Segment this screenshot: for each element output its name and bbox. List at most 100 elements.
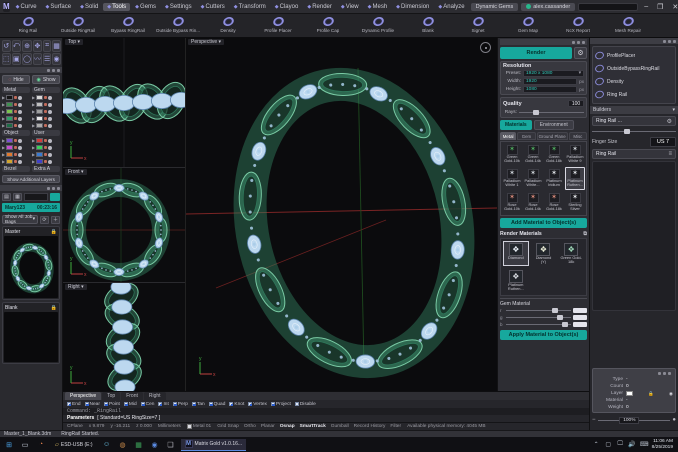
palette-tool-icon-4[interactable]: ⌗: [43, 40, 51, 52]
layer-color-swatch[interactable]: [36, 145, 43, 150]
visibility-eye-icon[interactable]: [48, 153, 52, 157]
ringrail-section-header[interactable]: Ring Rail ...⚙: [592, 116, 676, 126]
metal-material-rose-gold-10k[interactable]: ✶Rose Gold-10k: [502, 191, 522, 214]
hide-button[interactable]: ◌Hide: [2, 75, 30, 84]
menu-item-gems[interactable]: ◆Gems: [131, 3, 160, 11]
layer-color-swatch[interactable]: [36, 123, 43, 128]
palette-tool-icon-6[interactable]: ⬚: [2, 53, 11, 65]
toolbar-item-outside-bypass-rin-[interactable]: Outside Bypass Rin...: [154, 16, 202, 33]
menu-item-settings[interactable]: ◆Settings: [161, 3, 196, 11]
osnap-checkbox[interactable]: [295, 402, 299, 406]
status-toggle-grid-snap[interactable]: Grid Snap: [217, 424, 239, 429]
task-view-icon[interactable]: ▭: [19, 439, 31, 450]
lock-icon[interactable]: [14, 146, 17, 149]
units-label[interactable]: Millimeters: [158, 424, 181, 429]
metal-material-palladium-white-1[interactable]: ✶Palladium White 1: [502, 167, 522, 190]
toolbar-item-signet[interactable]: Signet: [454, 16, 502, 33]
osnap-point[interactable]: Point: [104, 402, 120, 407]
lock-icon[interactable]: 🔒: [51, 229, 57, 235]
command-line[interactable]: Command: _RingRail: [63, 408, 589, 415]
layer-color-swatch[interactable]: [6, 152, 13, 157]
jobbag-search-input[interactable]: [24, 193, 48, 201]
metal-material-palladium-white-9[interactable]: ✶Palladium White 9: [565, 143, 585, 166]
jobbag-item-master[interactable]: Master🔒: [2, 226, 60, 300]
minimize-button[interactable]: –: [641, 3, 651, 10]
lock-icon[interactable]: [14, 153, 17, 156]
apply-material-button[interactable]: Apply Material to Object(s): [500, 330, 587, 340]
osnap-checkbox[interactable]: [124, 402, 128, 406]
metal-material-rose-gold-14k[interactable]: ✶Rose Gold-14k: [523, 191, 543, 214]
render-material-green-gold-18k[interactable]: ❖Green Gold-18k: [558, 241, 584, 266]
height-input[interactable]: 1080: [523, 86, 577, 93]
expand-arrow-icon[interactable]: ▶: [2, 116, 5, 121]
menu-item-dimension[interactable]: ◆Dimension: [392, 3, 433, 11]
render-settings-gear-icon[interactable]: ⚙: [574, 47, 587, 59]
layer-row[interactable]: ▶: [32, 122, 60, 129]
navigation-sphere-icon[interactable]: [480, 42, 491, 53]
visibility-eye-icon[interactable]: [18, 153, 22, 157]
close-button[interactable]: ✕: [669, 3, 678, 11]
expand-arrow-icon[interactable]: ▶: [32, 152, 35, 157]
history-item-profileplacer[interactable]: ProfilePlacer: [595, 49, 673, 62]
expand-arrow-icon[interactable]: ▶: [2, 159, 5, 164]
layer-color-swatch[interactable]: [36, 95, 43, 100]
visibility-eye-icon[interactable]: [48, 139, 52, 143]
tray-volume-icon[interactable]: 🔊: [628, 439, 637, 450]
material-tab-misc[interactable]: Misc: [569, 132, 587, 140]
toolbar-item-blank[interactable]: Blank: [404, 16, 452, 33]
layer-row[interactable]: ▶: [2, 137, 30, 144]
osnap-checkbox[interactable]: [209, 402, 213, 406]
status-toggle-filter[interactable]: Filter: [390, 424, 401, 429]
visibility-eye-icon[interactable]: [18, 124, 22, 128]
material-tab-gem[interactable]: Gem: [517, 132, 535, 140]
palette-tool-icon-9[interactable]: 〰: [33, 53, 42, 65]
viewport-perspective[interactable]: Perspective ▾ xy: [185, 38, 497, 391]
layer-row[interactable]: ▶: [32, 115, 60, 122]
builders-bar[interactable]: Builders▾: [590, 106, 678, 114]
osnap-int[interactable]: Int: [158, 402, 168, 407]
osnap-checkbox[interactable]: [141, 402, 145, 406]
toolbar-item-outside-ringrail[interactable]: Outside RingRail: [54, 16, 102, 33]
layer-row[interactable]: ▶: [2, 108, 30, 115]
layer-group-label[interactable]: Metal: [2, 87, 30, 93]
toolbar-item-gem-map[interactable]: Gem Map: [504, 16, 552, 33]
visibility-eye-icon[interactable]: [18, 146, 22, 150]
osnap-cen[interactable]: Cen: [141, 402, 155, 407]
layer-row[interactable]: ▶: [2, 101, 30, 108]
start-button[interactable]: ⊞: [3, 439, 15, 450]
expand-arrow-icon[interactable]: ▶: [2, 95, 5, 100]
layer-row[interactable]: ▶: [32, 101, 60, 108]
layer-row[interactable]: ▶: [2, 158, 30, 165]
job-timer[interactable]: Mary123 00:23:16: [2, 203, 60, 212]
palette-tool-icon-2[interactable]: ⊕: [22, 40, 32, 52]
osnap-checkbox[interactable]: [271, 402, 275, 406]
status-toggle-planar[interactable]: Planar: [261, 424, 275, 429]
tab-environment[interactable]: Environment: [534, 120, 574, 130]
osnap-checkbox[interactable]: [85, 402, 89, 406]
finger-size-slider[interactable]: [592, 128, 676, 135]
lock-icon[interactable]: [14, 160, 17, 163]
gear-icon[interactable]: ⚙: [667, 118, 672, 125]
menu-item-tools[interactable]: ◆Tools: [103, 3, 130, 11]
jobbag-item-blank[interactable]: Blank🔒: [2, 302, 60, 364]
visibility-eye-icon[interactable]: [48, 160, 52, 164]
layer-color-swatch[interactable]: [36, 159, 43, 164]
viewport-tab-perspective[interactable]: Perspective: [65, 392, 101, 400]
lock-icon[interactable]: [44, 153, 47, 156]
explorer-window-button[interactable]: ▱ESD-USB (E:): [51, 439, 97, 451]
osnap-quad[interactable]: Quad: [209, 402, 226, 407]
skype-app-icon[interactable]: ☺: [101, 439, 113, 450]
layer-color-swatch[interactable]: [6, 102, 13, 107]
layer-row[interactable]: ▶: [32, 137, 60, 144]
render-materials-expand-icon[interactable]: ⧉: [583, 231, 587, 237]
gem-material-slider[interactable]: [506, 314, 571, 321]
history-item-outsidebypassringrail[interactable]: OutsideBypassRingRail: [595, 62, 673, 75]
expand-icon[interactable]: ≡: [668, 151, 672, 157]
tab-materials[interactable]: Materials: [500, 120, 532, 130]
expand-arrow-icon[interactable]: ▶: [32, 123, 35, 128]
viewport-tab-front[interactable]: Front: [121, 392, 143, 400]
tray-window-icon[interactable]: ▢: [604, 439, 613, 450]
palette-tool-icon-3[interactable]: ✥: [33, 40, 42, 52]
lock-icon[interactable]: [44, 139, 47, 142]
osnap-checkbox[interactable]: [192, 402, 196, 406]
